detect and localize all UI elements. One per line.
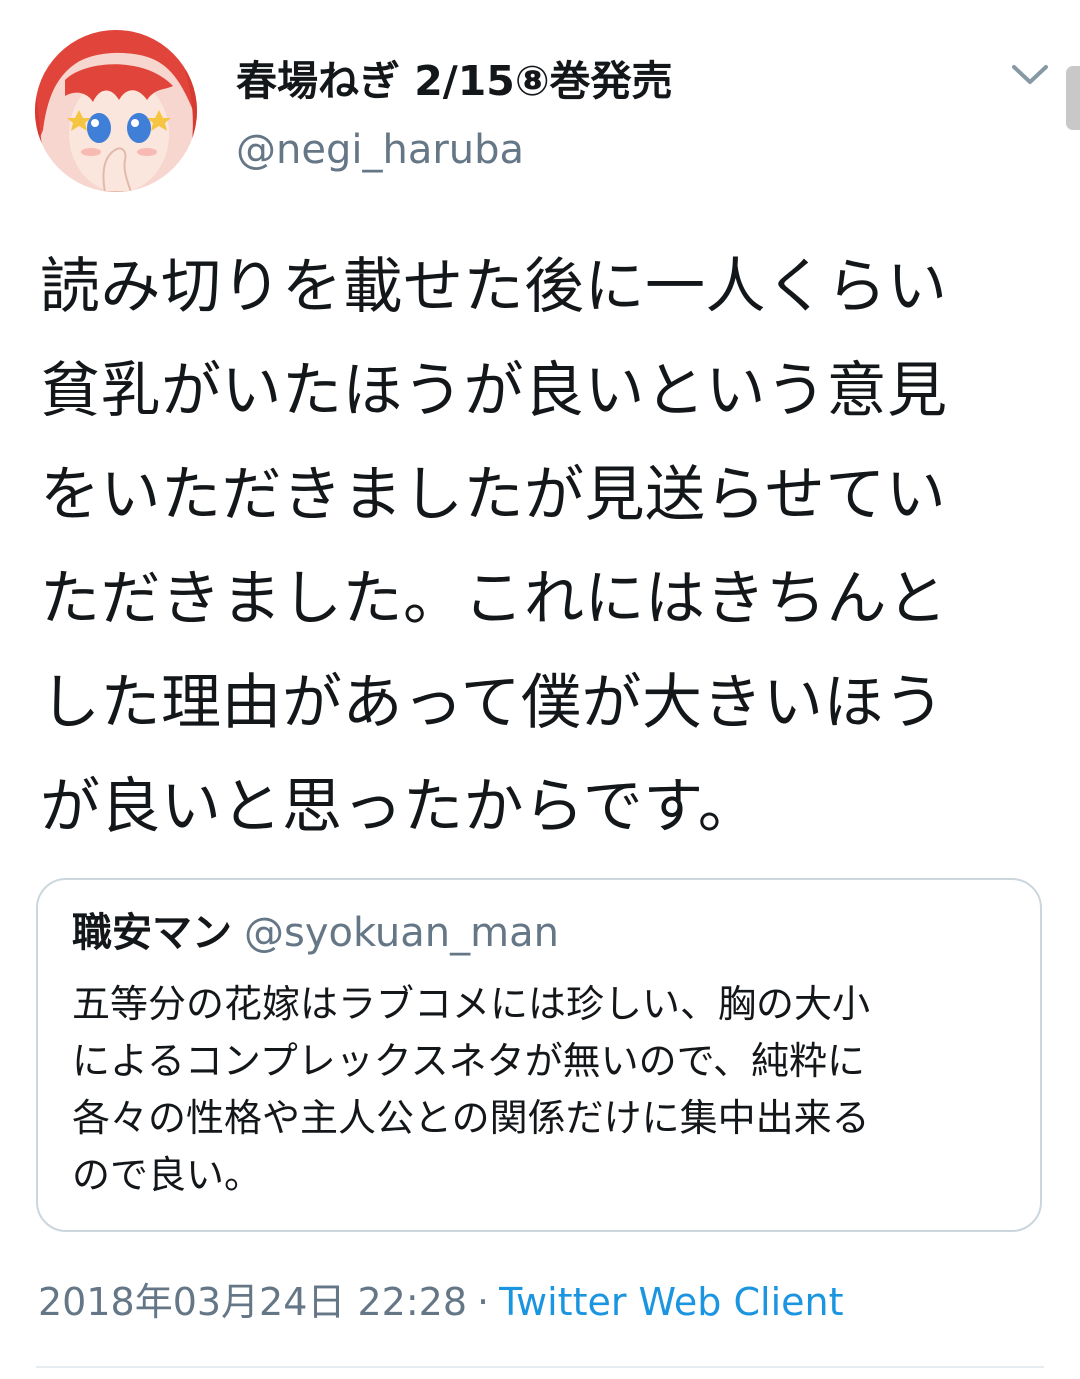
tweet-text: 読み切りを載せた後に一人くらい 貧乳がいたほうが良いという意見 をいただきました… (40, 235, 1040, 859)
quoted-author-handle: @syokuan_man (244, 910, 559, 956)
author-avatar[interactable] (35, 30, 197, 192)
chevron-down-icon (1012, 65, 1048, 84)
tweet-text-line: 貧乳がいたほうが良いという意見 (40, 356, 948, 426)
tweet-text-line: をいただきましたが見送らせてい (40, 460, 947, 530)
tweet-text-line: した理由があって僕が大きいほう (40, 668, 945, 738)
quoted-text-line: 各々の性格や主人公との関係だけに集中出来る (72, 1096, 870, 1140)
author-info[interactable]: 春場ねぎ 2/15⑧巻発売 @negi_haruba (236, 56, 673, 174)
avatar-illustration-icon (35, 30, 197, 192)
tweet-meta: 2018年03月24日 22:28 · Twitter Web Client (38, 1276, 843, 1328)
quoted-text-line: ので良い。 (72, 1153, 263, 1197)
tweet-text-line: ただきました。これにはきちんと (40, 564, 948, 634)
quoted-tweet-card[interactable]: 職安マン @syokuan_man 五等分の花嫁はラブコメには珍しい、胸の大小 に… (36, 878, 1042, 1232)
scrollbar-thumb[interactable] (1066, 66, 1080, 130)
quoted-tweet-text: 五等分の花嫁はラブコメには珍しい、胸の大小 によるコンプレックスネタが無いので、… (72, 976, 1022, 1204)
author-display-name[interactable]: 春場ねぎ 2/15⑧巻発売 (236, 56, 673, 106)
tweet-client-link[interactable]: Twitter Web Client (499, 1280, 843, 1324)
quoted-author-name: 職安マン (72, 910, 232, 956)
tweet-text-line: 読み切りを載せた後に一人くらい (40, 252, 948, 322)
tweet-text-line: が良いと思ったからです。 (40, 772, 759, 842)
divider (36, 1366, 1044, 1368)
quoted-tweet-header: 職安マン @syokuan_man (72, 908, 559, 966)
author-handle[interactable]: @negi_haruba (236, 126, 673, 174)
quoted-text-line: によるコンプレックスネタが無いので、純粋に (72, 1039, 866, 1083)
more-options-button[interactable] (1010, 62, 1050, 88)
quoted-text-line: 五等分の花嫁はラブコメには珍しい、胸の大小 (72, 982, 871, 1026)
meta-separator: · (477, 1280, 490, 1324)
tweet-timestamp[interactable]: 2018年03月24日 22:28 (38, 1280, 467, 1324)
